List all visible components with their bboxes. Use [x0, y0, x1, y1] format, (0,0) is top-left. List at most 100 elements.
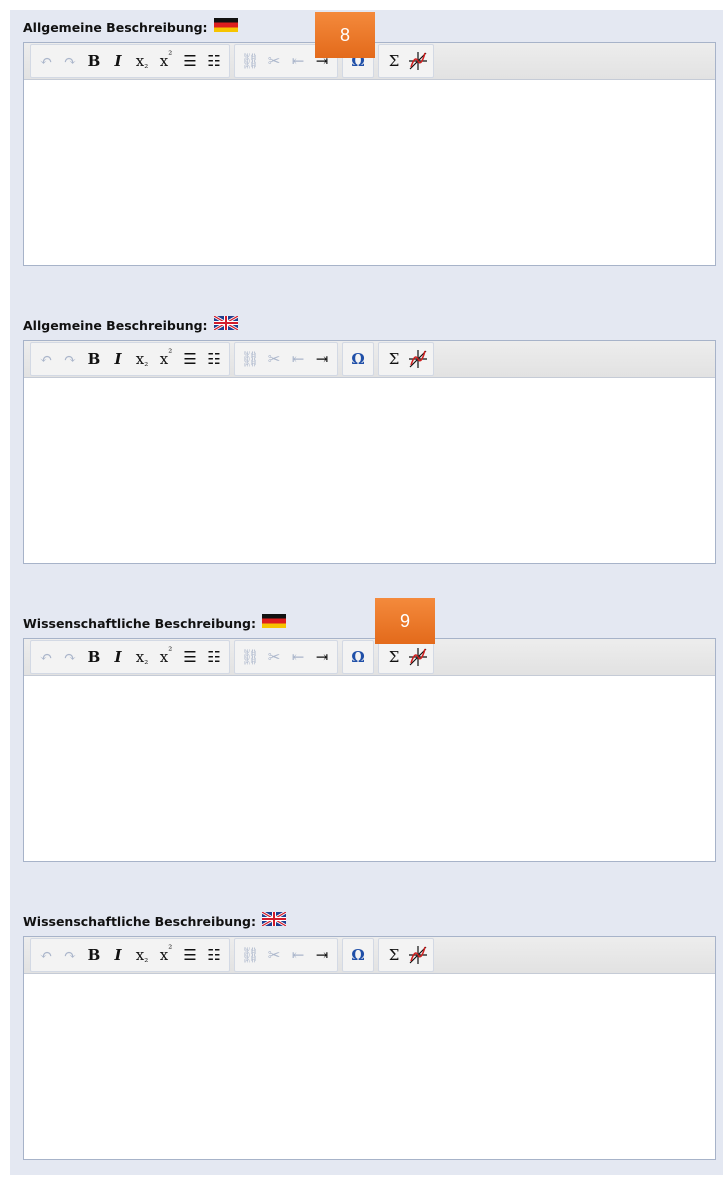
- unlink-icon[interactable]: ✂: [262, 347, 286, 371]
- toolbar-group-format: ↶ ↷ B I x₂ x² ☰ ☷: [30, 938, 230, 972]
- editor-content-area[interactable]: [24, 974, 715, 1159]
- subscript-x: x: [135, 52, 145, 70]
- graph-icon[interactable]: [406, 943, 430, 967]
- subscript-mark-icon: ₂: [144, 357, 149, 369]
- field-label-text: Allgemeine Beschreibung:: [23, 19, 208, 35]
- graph-icon[interactable]: [406, 49, 430, 73]
- unordered-list-icon[interactable]: ☷: [202, 943, 226, 967]
- graph-icon[interactable]: [406, 645, 430, 669]
- rich-text-editor: ↶ ↷ B I x₂ x² ☰ ☷ ⛓ ✂ ⇤ ⇥ Ω Σ: [23, 936, 716, 1160]
- link-icon[interactable]: ⛓: [238, 943, 262, 967]
- superscript-mark-icon: ²: [168, 645, 173, 657]
- italic-button[interactable]: I: [106, 943, 130, 967]
- flag-uk-icon: [213, 316, 238, 330]
- rich-text-editor: ↶ ↷ B I x₂ x² ☰ ☷ ⛓ ✂ ⇤ ⇥ Ω Σ: [23, 638, 716, 862]
- unordered-list-icon[interactable]: ☷: [202, 645, 226, 669]
- sum-button[interactable]: Σ: [382, 645, 406, 669]
- toolbar-group-format: ↶ ↷ B I x₂ x² ☰ ☷: [30, 44, 230, 78]
- editor-toolbar: ↶ ↷ B I x₂ x² ☰ ☷ ⛓ ✂ ⇤ ⇥ Ω Σ: [24, 639, 715, 676]
- step-badge-8: 8: [315, 12, 375, 58]
- editor-content-area[interactable]: [24, 378, 715, 563]
- superscript-mark-icon: ²: [168, 49, 173, 61]
- toolbar-group-special: Ω: [342, 342, 374, 376]
- special-char-button[interactable]: Ω: [346, 347, 370, 371]
- superscript-button[interactable]: x²: [154, 49, 178, 73]
- bold-button[interactable]: B: [82, 347, 106, 371]
- indent-icon[interactable]: ⇥: [310, 943, 334, 967]
- ordered-list-icon[interactable]: ☰: [178, 943, 202, 967]
- outdent-icon[interactable]: ⇤: [286, 645, 310, 669]
- italic-button[interactable]: I: [106, 645, 130, 669]
- subscript-button[interactable]: x₂: [130, 347, 154, 371]
- redo-button[interactable]: ↷: [58, 943, 82, 967]
- undo-button[interactable]: ↶: [34, 943, 58, 967]
- subscript-mark-icon: ₂: [144, 59, 149, 71]
- special-char-button[interactable]: Ω: [346, 943, 370, 967]
- sum-button[interactable]: Σ: [382, 49, 406, 73]
- unordered-list-icon[interactable]: ☷: [202, 347, 226, 371]
- undo-button[interactable]: ↶: [34, 645, 58, 669]
- unordered-list-icon[interactable]: ☷: [202, 49, 226, 73]
- subscript-button[interactable]: x₂: [130, 943, 154, 967]
- redo-button[interactable]: ↷: [58, 645, 82, 669]
- field-label: Wissenschaftliche Beschreibung:: [23, 912, 287, 930]
- graph-icon[interactable]: [406, 347, 430, 371]
- indent-icon[interactable]: ⇥: [310, 645, 334, 669]
- subscript-mark-icon: ₂: [144, 655, 149, 667]
- outdent-icon[interactable]: ⇤: [286, 347, 310, 371]
- superscript-button[interactable]: x²: [154, 645, 178, 669]
- toolbar-group-format: ↶ ↷ B I x₂ x² ☰ ☷: [30, 640, 230, 674]
- redo-button[interactable]: ↷: [58, 49, 82, 73]
- unlink-icon[interactable]: ✂: [262, 49, 286, 73]
- editor-content-area[interactable]: [24, 80, 715, 265]
- unlink-icon[interactable]: ✂: [262, 943, 286, 967]
- bold-button[interactable]: B: [82, 943, 106, 967]
- special-char-button[interactable]: Ω: [346, 645, 370, 669]
- field-label: Allgemeine Beschreibung:: [23, 316, 238, 334]
- flag-de-icon: [262, 614, 287, 628]
- ordered-list-icon[interactable]: ☰: [178, 49, 202, 73]
- superscript-button[interactable]: x²: [154, 943, 178, 967]
- undo-button[interactable]: ↶: [34, 347, 58, 371]
- flag-de-icon: [213, 18, 238, 32]
- subscript-button[interactable]: x₂: [130, 645, 154, 669]
- toolbar-group-links: ⛓ ✂ ⇤ ⇥: [234, 938, 338, 972]
- superscript-x: x: [159, 52, 169, 70]
- redo-button[interactable]: ↷: [58, 347, 82, 371]
- rich-text-editor: ↶ ↷ B I x₂ x² ☰ ☷ ⛓ ✂ ⇤ ⇥ Ω Σ: [23, 42, 716, 266]
- superscript-button[interactable]: x²: [154, 347, 178, 371]
- outdent-icon[interactable]: ⇤: [286, 943, 310, 967]
- undo-button[interactable]: ↶: [34, 49, 58, 73]
- toolbar-group-math: Σ: [378, 342, 434, 376]
- ordered-list-icon[interactable]: ☰: [178, 347, 202, 371]
- field-label-text: Wissenschaftliche Beschreibung:: [23, 913, 257, 929]
- indent-icon[interactable]: ⇥: [310, 347, 334, 371]
- outdent-icon[interactable]: ⇤: [286, 49, 310, 73]
- flag-uk-icon: [262, 912, 287, 926]
- subscript-button[interactable]: x₂: [130, 49, 154, 73]
- editor-content-area[interactable]: [24, 676, 715, 861]
- unlink-icon[interactable]: ✂: [262, 645, 286, 669]
- toolbar-group-math: Σ: [378, 640, 434, 674]
- link-icon[interactable]: ⛓: [238, 347, 262, 371]
- superscript-x: x: [159, 946, 169, 964]
- field-label-text: Wissenschaftliche Beschreibung:: [23, 615, 257, 631]
- link-icon[interactable]: ⛓: [238, 49, 262, 73]
- toolbar-group-math: Σ: [378, 938, 434, 972]
- subscript-x: x: [135, 648, 145, 666]
- sum-button[interactable]: Σ: [382, 943, 406, 967]
- subscript-mark-icon: ₂: [144, 953, 149, 965]
- sum-button[interactable]: Σ: [382, 347, 406, 371]
- rich-text-editor: ↶ ↷ B I x₂ x² ☰ ☷ ⛓ ✂ ⇤ ⇥ Ω Σ: [23, 340, 716, 564]
- italic-button[interactable]: I: [106, 49, 130, 73]
- field-label-text: Allgemeine Beschreibung:: [23, 317, 208, 333]
- field-label: Allgemeine Beschreibung:: [23, 18, 238, 36]
- superscript-mark-icon: ²: [168, 943, 173, 955]
- link-icon[interactable]: ⛓: [238, 645, 262, 669]
- step-badge-9: 9: [375, 598, 435, 644]
- italic-button[interactable]: I: [106, 347, 130, 371]
- ordered-list-icon[interactable]: ☰: [178, 645, 202, 669]
- bold-button[interactable]: B: [82, 49, 106, 73]
- bold-button[interactable]: B: [82, 645, 106, 669]
- superscript-x: x: [159, 350, 169, 368]
